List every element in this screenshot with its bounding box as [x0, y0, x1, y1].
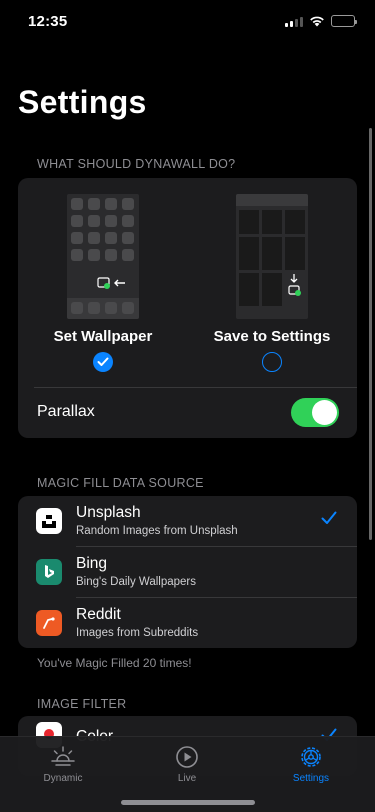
- source-subtitle: Images from Subreddits: [76, 627, 199, 639]
- status-time: 12:35: [28, 13, 68, 30]
- cellular-signal-icon: [285, 16, 303, 27]
- play-circle-icon: [176, 746, 198, 768]
- tab-live[interactable]: Live: [142, 745, 232, 784]
- battery-icon: [331, 15, 357, 27]
- tab-label: Settings: [292, 773, 330, 784]
- set-wallpaper-radio[interactable]: [93, 352, 113, 372]
- source-title: Reddit: [76, 606, 121, 623]
- home-indicator[interactable]: [121, 800, 255, 805]
- set-wallpaper-arrow-icon: [97, 277, 125, 289]
- tab-dynamic[interactable]: Dynamic: [18, 745, 108, 784]
- save-to-settings-label: Save to Settings: [213, 328, 331, 345]
- tab-label: Dynamic: [43, 773, 83, 784]
- data-source-list: Unsplash Random Images from Unsplash Bin…: [18, 496, 357, 648]
- section-header-wallpaper-mode: WHAT SHOULD DYNAWALL DO?: [37, 157, 236, 171]
- checkmark-icon: [97, 357, 109, 366]
- tab-label: Live: [177, 773, 197, 784]
- source-title: Unsplash: [76, 504, 141, 521]
- source-title: Bing: [76, 555, 108, 572]
- tab-settings[interactable]: Settings: [266, 745, 356, 784]
- status-bar: 12:35: [0, 0, 375, 44]
- sunrise-icon: [51, 746, 75, 766]
- status-icons: [285, 15, 357, 27]
- bing-icon: [36, 559, 62, 585]
- save-to-settings-radio[interactable]: [262, 352, 282, 372]
- reddit-icon: [36, 610, 62, 636]
- wallpaper-mode-card: Set Wallpaper Save to Settings Parallax: [18, 178, 357, 438]
- section-header-image-filter: IMAGE FILTER: [37, 697, 127, 711]
- selected-checkmark-icon: [321, 511, 337, 524]
- divider: [34, 387, 357, 388]
- unsplash-icon: [36, 508, 62, 534]
- set-wallpaper-option[interactable]: Set Wallpaper: [18, 178, 188, 388]
- source-subtitle: Random Images from Unsplash: [76, 525, 238, 537]
- magic-fill-count: You've Magic Filled 20 times!: [37, 656, 192, 670]
- source-item-reddit[interactable]: Reddit Images from Subreddits: [18, 598, 357, 648]
- tab-bar: Dynamic Live Settings: [0, 736, 375, 812]
- set-wallpaper-label: Set Wallpaper: [53, 328, 153, 345]
- scrollbar[interactable]: [369, 128, 372, 540]
- save-arrow-icon: [288, 274, 301, 296]
- wifi-icon: [310, 16, 324, 27]
- source-item-bing[interactable]: Bing Bing's Daily Wallpapers: [18, 547, 357, 597]
- section-header-data-source: MAGIC FILL DATA SOURCE: [37, 476, 204, 490]
- source-subtitle: Bing's Daily Wallpapers: [76, 576, 197, 588]
- parallax-toggle[interactable]: [291, 398, 339, 427]
- save-to-settings-option[interactable]: Save to Settings: [187, 178, 357, 388]
- home-screen-preview: [67, 194, 139, 319]
- source-item-unsplash[interactable]: Unsplash Random Images from Unsplash: [18, 496, 357, 546]
- parallax-label: Parallax: [37, 403, 95, 420]
- page-title: Settings: [18, 84, 147, 120]
- settings-screen-preview: [236, 194, 308, 319]
- gear-icon: [301, 747, 321, 767]
